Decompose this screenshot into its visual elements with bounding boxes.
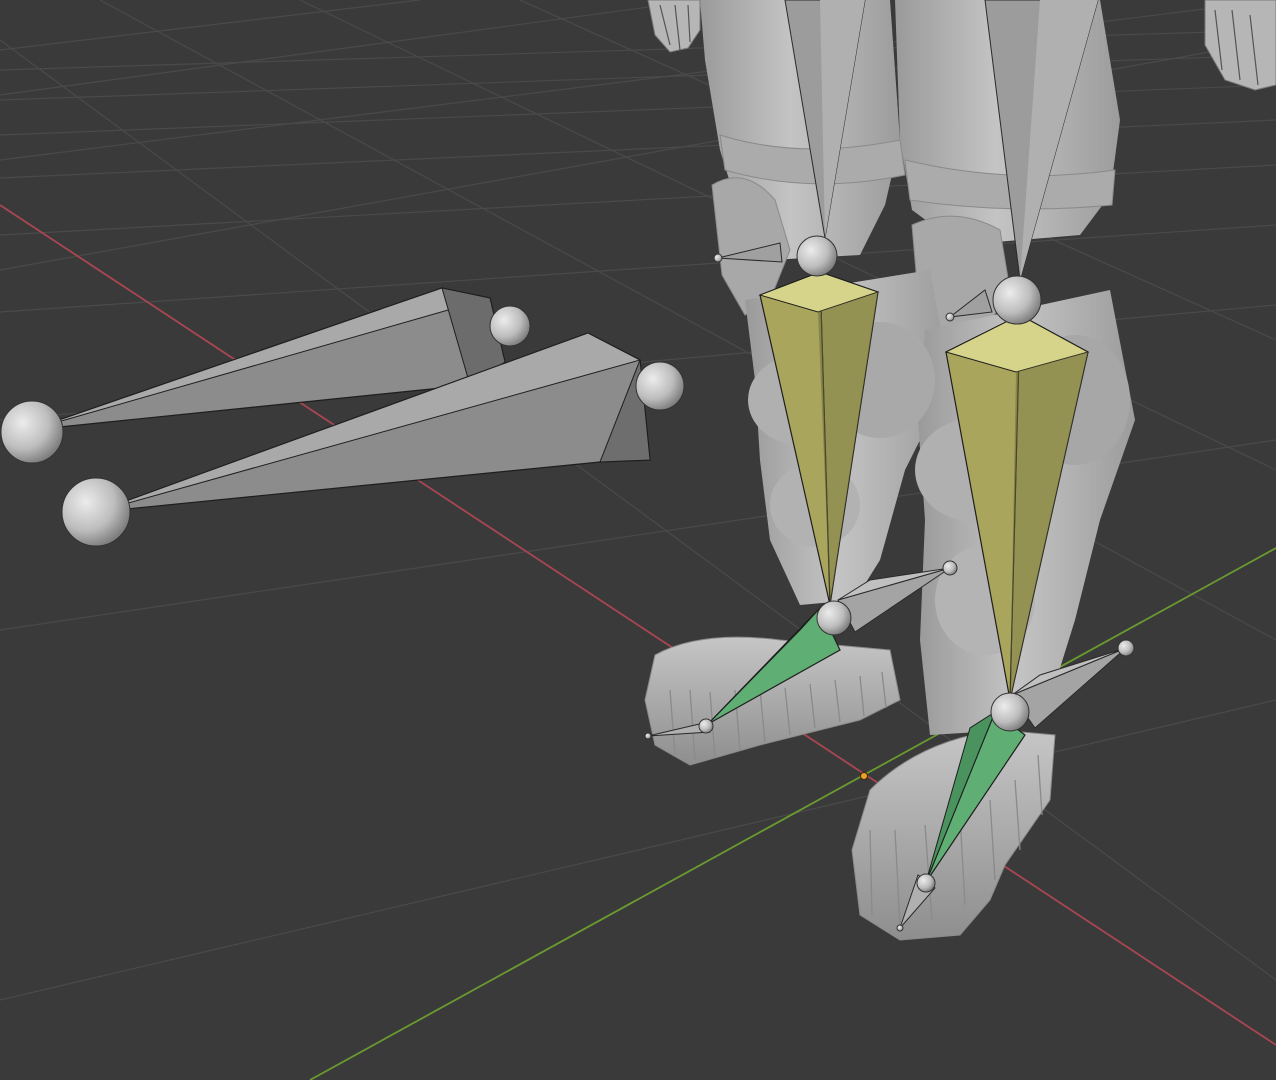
left-hand-mesh [647,0,701,53]
joint-ankle-right[interactable] [990,692,1030,732]
joint-knee-left[interactable] [796,235,838,277]
joint-knee-right[interactable] [992,275,1042,325]
joint-toe-right[interactable] [916,873,936,893]
right-hand-mesh [1204,0,1276,91]
world-origin-icon[interactable] [860,772,868,780]
joint-ankle-left[interactable] [816,600,852,636]
joint-toe-left[interactable] [698,718,714,734]
3d-viewport[interactable] [0,0,1276,1080]
y-axis-line [309,547,1276,1080]
